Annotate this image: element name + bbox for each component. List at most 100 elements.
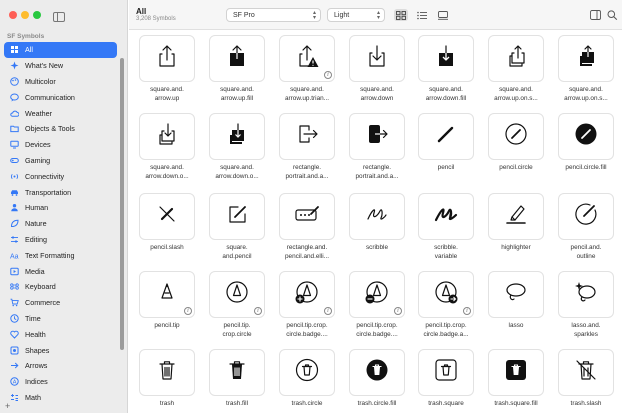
lasso-sparkles-icon bbox=[573, 279, 599, 310]
sidebar-item-time[interactable]: Time bbox=[4, 311, 117, 327]
sidebar-item-communication[interactable]: Communication bbox=[4, 89, 117, 105]
sidebar-item-shapes[interactable]: Shapes bbox=[4, 342, 117, 358]
sidebar-item-text-formatting[interactable]: Aa Text Formatting bbox=[4, 247, 117, 263]
info-icon[interactable]: i bbox=[254, 307, 262, 315]
heart-icon bbox=[10, 330, 19, 339]
symbol-tile[interactable] bbox=[279, 113, 335, 160]
add-collection-button[interactable]: + bbox=[5, 401, 10, 411]
symbol-tile[interactable] bbox=[488, 113, 544, 160]
clock-icon bbox=[10, 314, 19, 323]
sidebar-item-objects-tools[interactable]: Objects & Tools bbox=[4, 121, 117, 137]
grid-icon bbox=[10, 45, 19, 54]
sidebar-item-label: Objects & Tools bbox=[25, 124, 75, 134]
symbol-tile[interactable] bbox=[209, 349, 265, 396]
zoom-window-button[interactable] bbox=[33, 11, 41, 19]
sidebar-item-math[interactable]: Math bbox=[4, 390, 117, 406]
symbol-tile[interactable] bbox=[209, 193, 265, 240]
sidebar-item-editing[interactable]: Editing bbox=[4, 232, 117, 248]
info-icon[interactable]: i bbox=[324, 307, 332, 315]
symbol-name: pencil.tip.crop. circle.badge.... bbox=[286, 322, 328, 338]
font-popup[interactable]: SF Pro ▴ ▾ bbox=[226, 8, 321, 22]
symbol-tile[interactable] bbox=[349, 113, 405, 160]
search-button[interactable] bbox=[606, 9, 618, 21]
sidebar-item-label: Media bbox=[25, 266, 45, 276]
symbol-name: pencil bbox=[437, 164, 455, 171]
download-icon bbox=[364, 43, 390, 74]
symbol-tile[interactable] bbox=[139, 35, 195, 82]
symbol-tile[interactable]: i bbox=[279, 35, 335, 82]
symbol-tile[interactable] bbox=[488, 35, 544, 82]
symbol-tile[interactable] bbox=[418, 193, 474, 240]
symbol-tile[interactable] bbox=[488, 271, 544, 318]
symbol-tile[interactable] bbox=[418, 35, 474, 82]
symbol-name: pencil.slash bbox=[150, 244, 184, 251]
symbol-tile[interactable] bbox=[558, 35, 614, 82]
symbol-tile[interactable]: i bbox=[418, 271, 474, 318]
symbol-tile[interactable] bbox=[139, 193, 195, 240]
symbol-tile[interactable] bbox=[418, 349, 474, 396]
sidebar-item-connectivity[interactable]: Connectivity bbox=[4, 168, 117, 184]
symbol-tile[interactable]: i bbox=[279, 271, 335, 318]
sidebar-item-arrows[interactable]: Arrows bbox=[4, 358, 117, 374]
sidebar-item-devices[interactable]: Devices bbox=[4, 137, 117, 153]
symbol-tile[interactable] bbox=[558, 193, 614, 240]
symbol-tile[interactable] bbox=[279, 193, 335, 240]
sidebar-item-what-s-new[interactable]: What's New bbox=[4, 58, 117, 74]
symbol-tile[interactable] bbox=[139, 113, 195, 160]
sidebar-item-nature[interactable]: Nature bbox=[4, 216, 117, 232]
info-icon[interactable]: i bbox=[184, 307, 192, 315]
symbol-tile[interactable] bbox=[488, 193, 544, 240]
minimize-window-button[interactable] bbox=[21, 11, 29, 19]
sidebar-item-all[interactable]: All bbox=[4, 42, 117, 58]
symbol-tile[interactable] bbox=[349, 35, 405, 82]
symbol-tile[interactable]: i bbox=[139, 271, 195, 318]
sidebar-toggle-icon[interactable] bbox=[53, 9, 65, 22]
symbol-name: pencil.tip.crop. circle.badge.a... bbox=[423, 322, 469, 338]
symbol-tile[interactable] bbox=[209, 113, 265, 160]
sidebar-item-transportation[interactable]: Transportation bbox=[4, 184, 117, 200]
grid-view-button[interactable] bbox=[394, 9, 408, 21]
symbol-tile[interactable] bbox=[139, 349, 195, 396]
info-icon[interactable]: i bbox=[394, 307, 402, 315]
symbol-tile[interactable] bbox=[349, 193, 405, 240]
symbol-tile[interactable] bbox=[349, 349, 405, 396]
toolbar: All 3,208 Symbols SF Pro ▴ ▾ Light ▴ ▾ bbox=[129, 0, 622, 30]
trash-square-icon bbox=[433, 357, 459, 388]
indices-icon: A bbox=[10, 377, 19, 386]
symbol-name: trash.fill bbox=[225, 400, 249, 407]
symbol-name: pencil.and. outline bbox=[570, 244, 602, 260]
sidebar-item-human[interactable]: Human bbox=[4, 200, 117, 216]
symbol-tile[interactable] bbox=[558, 113, 614, 160]
sidebar-item-health[interactable]: Health bbox=[4, 326, 117, 342]
sidebar-item-multicolor[interactable]: Multicolor bbox=[4, 74, 117, 90]
sidebar-item-indices[interactable]: A Indices bbox=[4, 374, 117, 390]
gallery-view-button[interactable] bbox=[436, 9, 450, 21]
info-icon[interactable]: i bbox=[463, 307, 471, 315]
inspector-toggle-button[interactable] bbox=[589, 9, 601, 21]
antenna-icon bbox=[10, 172, 19, 181]
list-view-button[interactable] bbox=[415, 9, 429, 21]
weight-popup[interactable]: Light ▴ ▾ bbox=[327, 8, 385, 22]
sidebar-item-weather[interactable]: Weather bbox=[4, 105, 117, 121]
symbol-tile[interactable] bbox=[558, 271, 614, 318]
close-window-button[interactable] bbox=[9, 11, 17, 19]
sidebar-item-gaming[interactable]: Gaming bbox=[4, 153, 117, 169]
sidebar-item-label: Commerce bbox=[25, 298, 61, 308]
info-icon[interactable]: i bbox=[324, 71, 332, 79]
symbol-tile[interactable] bbox=[418, 113, 474, 160]
symbol-tile[interactable] bbox=[209, 35, 265, 82]
sidebar-scrollbar[interactable] bbox=[120, 58, 124, 350]
trash-circle-icon bbox=[294, 357, 320, 388]
symbol-tile[interactable]: i bbox=[209, 271, 265, 318]
pencil-circle-fill-icon bbox=[573, 121, 599, 152]
trash-icon bbox=[154, 357, 180, 388]
sidebar-item-media[interactable]: Media bbox=[4, 263, 117, 279]
sidebar-item-commerce[interactable]: Commerce bbox=[4, 295, 117, 311]
symbol-tile[interactable] bbox=[488, 349, 544, 396]
symbol-tile[interactable] bbox=[279, 349, 335, 396]
weight-popup-value: Light bbox=[334, 11, 350, 19]
symbol-tile[interactable]: i bbox=[349, 271, 405, 318]
symbol-tile[interactable] bbox=[558, 349, 614, 396]
sidebar-item-keyboard[interactable]: Keyboard bbox=[4, 279, 117, 295]
palette-icon bbox=[10, 77, 19, 86]
